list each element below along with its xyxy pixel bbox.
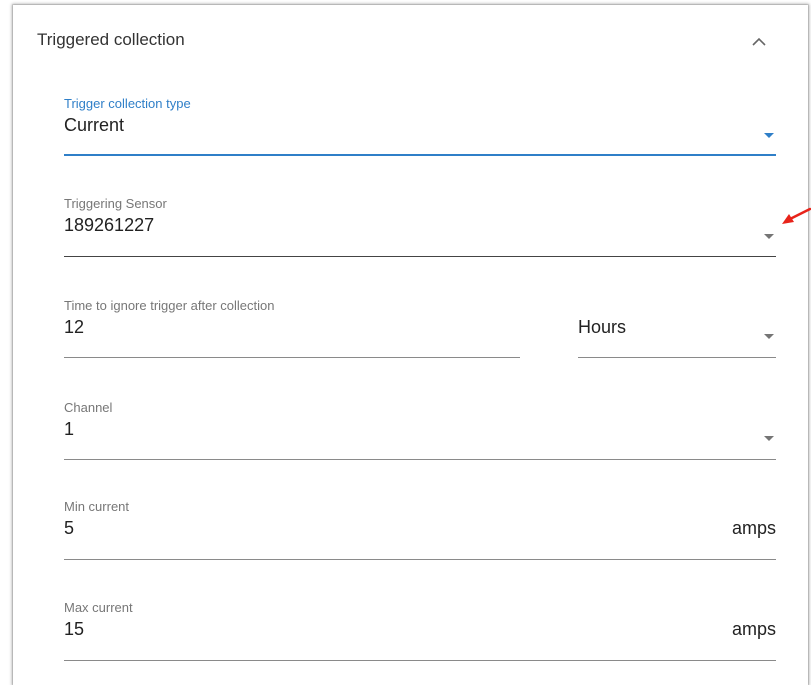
trigger-collection-type-underline bbox=[64, 154, 776, 156]
channel-underline bbox=[64, 459, 776, 460]
min-current-unit: amps bbox=[731, 518, 776, 538]
dropdown-arrow-icon[interactable] bbox=[764, 334, 774, 339]
min-current-value: 5 bbox=[64, 518, 75, 538]
triggering-sensor-label: Triggering Sensor bbox=[64, 196, 167, 211]
triggering-sensor-value: 189261227 bbox=[64, 215, 155, 235]
ignore-time-unit-value: Hours bbox=[578, 317, 627, 337]
min-current-label: Min current bbox=[64, 499, 130, 514]
channel-label: Channel bbox=[64, 400, 113, 415]
channel-value: 1 bbox=[64, 419, 75, 439]
ignore-time-underline bbox=[64, 357, 520, 358]
max-current-value: 15 bbox=[64, 619, 85, 639]
triggering-sensor-select[interactable]: Triggering Sensor 189261227 bbox=[64, 196, 776, 257]
max-current-label: Max current bbox=[64, 600, 133, 615]
max-current-unit: amps bbox=[731, 619, 776, 639]
triggered-collection-panel: Triggered collection Trigger collection … bbox=[13, 5, 808, 685]
panel-header[interactable]: Triggered collection bbox=[13, 5, 808, 75]
dropdown-arrow-icon[interactable] bbox=[764, 133, 774, 138]
dropdown-arrow-icon[interactable] bbox=[764, 234, 774, 239]
ignore-time-unit-underline bbox=[578, 357, 776, 358]
annotation-arrow-icon bbox=[782, 207, 811, 224]
max-current-underline bbox=[64, 660, 776, 661]
ignore-time-label: Time to ignore trigger after collection bbox=[64, 298, 275, 313]
chevron-up-icon bbox=[752, 37, 766, 46]
min-current-input[interactable]: Min current 5 amps bbox=[64, 499, 776, 560]
ignore-time-unit-select[interactable]: Hours bbox=[578, 298, 776, 358]
panel-title: Triggered collection bbox=[37, 30, 185, 49]
trigger-collection-type-value: Current bbox=[64, 115, 125, 135]
ignore-time-value: 12 bbox=[64, 317, 85, 337]
channel-select[interactable]: Channel 1 bbox=[64, 400, 776, 460]
ignore-time-input[interactable]: Time to ignore trigger after collection … bbox=[64, 298, 520, 358]
max-current-input[interactable]: Max current 15 amps bbox=[64, 600, 776, 661]
dropdown-arrow-icon[interactable] bbox=[764, 436, 774, 441]
trigger-collection-type-select[interactable]: Trigger collection type Current bbox=[64, 96, 776, 156]
trigger-collection-type-label: Trigger collection type bbox=[64, 96, 191, 111]
triggering-sensor-underline bbox=[64, 256, 776, 257]
collapse-button[interactable] bbox=[747, 31, 771, 51]
min-current-underline bbox=[64, 559, 776, 560]
